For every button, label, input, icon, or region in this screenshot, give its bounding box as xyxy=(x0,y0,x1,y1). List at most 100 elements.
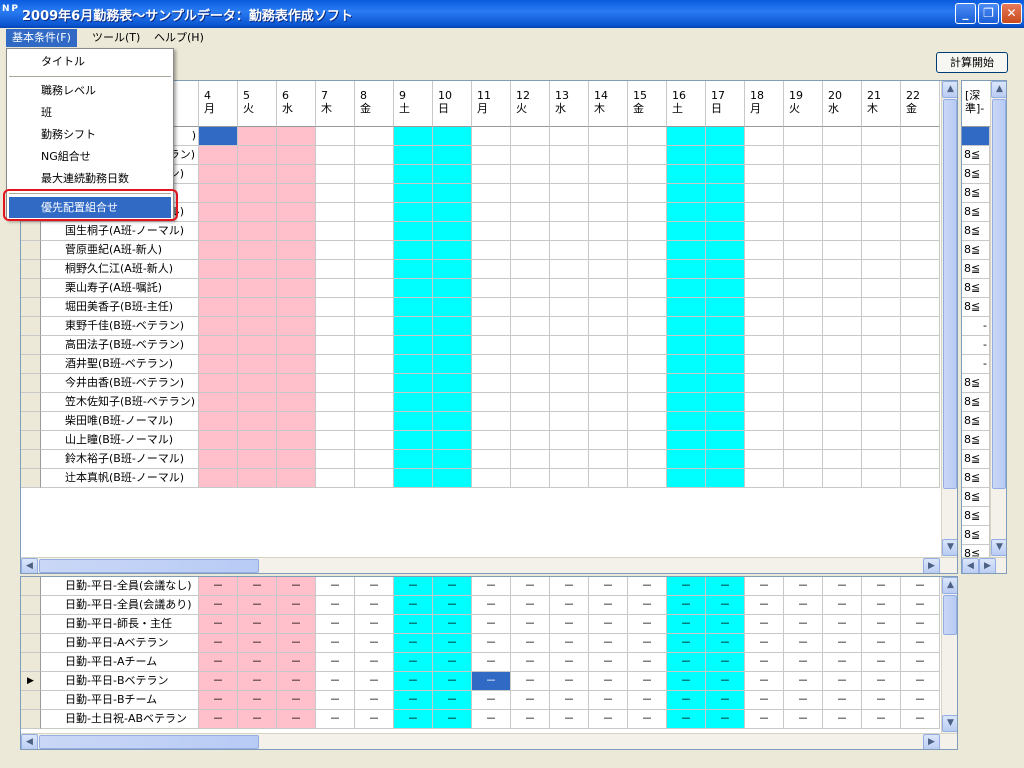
shift-cell[interactable]: － xyxy=(472,691,511,710)
day-header[interactable]: 20 水 xyxy=(823,81,862,127)
schedule-cell[interactable] xyxy=(472,260,511,279)
schedule-cell[interactable] xyxy=(589,355,628,374)
shift-cell[interactable]: － xyxy=(511,672,550,691)
schedule-cell[interactable] xyxy=(277,203,316,222)
schedule-cell[interactable] xyxy=(745,260,784,279)
schedule-cell[interactable] xyxy=(316,165,355,184)
schedule-cell[interactable] xyxy=(394,393,433,412)
schedule-cell[interactable] xyxy=(784,412,823,431)
schedule-cell[interactable] xyxy=(901,412,940,431)
shift-cell[interactable]: － xyxy=(238,596,277,615)
schedule-cell[interactable] xyxy=(199,298,238,317)
schedule-cell[interactable] xyxy=(277,336,316,355)
schedule-cell[interactable] xyxy=(823,203,862,222)
shift-cell[interactable]: － xyxy=(199,710,238,729)
schedule-cell[interactable] xyxy=(628,222,667,241)
menu-basic-conditions[interactable]: 基本条件(F) xyxy=(6,29,77,47)
schedule-cell[interactable] xyxy=(784,260,823,279)
schedule-cell[interactable] xyxy=(394,203,433,222)
day-header[interactable]: 12 火 xyxy=(511,81,550,127)
schedule-cell[interactable] xyxy=(862,412,901,431)
menu-help[interactable]: ヘルプ(H) xyxy=(148,29,210,47)
row-header[interactable] xyxy=(21,431,41,450)
row-header[interactable] xyxy=(21,691,41,710)
scroll-right-button[interactable]: ▶ xyxy=(979,558,996,573)
schedule-cell[interactable] xyxy=(550,241,589,260)
schedule-cell[interactable] xyxy=(355,222,394,241)
schedule-cell[interactable] xyxy=(550,355,589,374)
row-header[interactable] xyxy=(21,393,41,412)
schedule-cell[interactable] xyxy=(823,355,862,374)
shift-cell[interactable]: － xyxy=(901,653,940,672)
shift-cell[interactable]: － xyxy=(472,634,511,653)
schedule-cell[interactable] xyxy=(745,317,784,336)
schedule-cell[interactable] xyxy=(589,374,628,393)
schedule-cell[interactable] xyxy=(472,241,511,260)
scroll-left-button[interactable]: ◀ xyxy=(21,734,38,749)
schedule-cell[interactable] xyxy=(433,165,472,184)
row-header[interactable] xyxy=(21,615,41,634)
schedule-cell[interactable] xyxy=(706,355,745,374)
schedule-cell[interactable] xyxy=(628,146,667,165)
schedule-cell[interactable] xyxy=(277,222,316,241)
day-header[interactable]: 9土 xyxy=(394,81,433,127)
schedule-cell[interactable] xyxy=(550,298,589,317)
shift-cell[interactable]: － xyxy=(628,596,667,615)
shift-cell[interactable]: － xyxy=(511,577,550,596)
shift-cell[interactable]: － xyxy=(706,596,745,615)
shift-cell[interactable]: － xyxy=(667,672,706,691)
schedule-cell[interactable] xyxy=(589,279,628,298)
schedule-cell[interactable] xyxy=(355,431,394,450)
schedule-cell[interactable] xyxy=(277,374,316,393)
shift-cell[interactable]: － xyxy=(589,691,628,710)
schedule-cell[interactable] xyxy=(706,431,745,450)
scroll-down-button[interactable]: ▼ xyxy=(942,539,957,556)
schedule-cell[interactable] xyxy=(550,222,589,241)
shift-cell[interactable]: － xyxy=(589,577,628,596)
current-row-marker[interactable]: ▶ xyxy=(21,672,41,691)
schedule-cell[interactable] xyxy=(511,165,550,184)
schedule-cell[interactable] xyxy=(472,431,511,450)
schedule-cell[interactable] xyxy=(667,165,706,184)
schedule-cell[interactable] xyxy=(901,431,940,450)
schedule-cell[interactable] xyxy=(238,412,277,431)
schedule-cell[interactable] xyxy=(823,260,862,279)
schedule-cell[interactable] xyxy=(472,127,511,146)
shift-cell[interactable]: － xyxy=(199,577,238,596)
shift-cell[interactable]: － xyxy=(316,653,355,672)
shift-cell[interactable]: － xyxy=(550,672,589,691)
schedule-cell[interactable] xyxy=(433,393,472,412)
schedule-cell[interactable] xyxy=(862,393,901,412)
schedule-cell[interactable] xyxy=(199,450,238,469)
shift-cell[interactable]: － xyxy=(589,710,628,729)
schedule-cell[interactable] xyxy=(433,203,472,222)
schedule-cell[interactable] xyxy=(628,450,667,469)
shift-cell[interactable]: － xyxy=(823,615,862,634)
schedule-cell[interactable] xyxy=(901,469,940,488)
schedule-cell[interactable] xyxy=(589,412,628,431)
schedule-cell[interactable] xyxy=(628,469,667,488)
schedule-cell[interactable] xyxy=(745,165,784,184)
schedule-cell[interactable] xyxy=(472,469,511,488)
shift-cell[interactable]: － xyxy=(862,596,901,615)
schedule-cell[interactable] xyxy=(433,450,472,469)
schedule-cell[interactable] xyxy=(667,336,706,355)
schedule-cell[interactable] xyxy=(394,279,433,298)
shift-cell[interactable]: － xyxy=(511,691,550,710)
schedule-cell[interactable] xyxy=(667,241,706,260)
shift-cell[interactable]: － xyxy=(862,710,901,729)
schedule-cell[interactable] xyxy=(394,260,433,279)
schedule-cell[interactable] xyxy=(355,450,394,469)
schedule-cell[interactable] xyxy=(277,260,316,279)
schedule-cell[interactable] xyxy=(394,450,433,469)
schedule-cell[interactable] xyxy=(550,317,589,336)
schedule-cell[interactable] xyxy=(511,279,550,298)
day-header[interactable]: 15 金 xyxy=(628,81,667,127)
row-header[interactable] xyxy=(21,450,41,469)
schedule-cell[interactable] xyxy=(277,450,316,469)
schedule-cell[interactable] xyxy=(628,317,667,336)
schedule-cell[interactable] xyxy=(433,298,472,317)
schedule-cell[interactable] xyxy=(199,336,238,355)
schedule-cell[interactable] xyxy=(628,393,667,412)
schedule-cell[interactable] xyxy=(238,469,277,488)
